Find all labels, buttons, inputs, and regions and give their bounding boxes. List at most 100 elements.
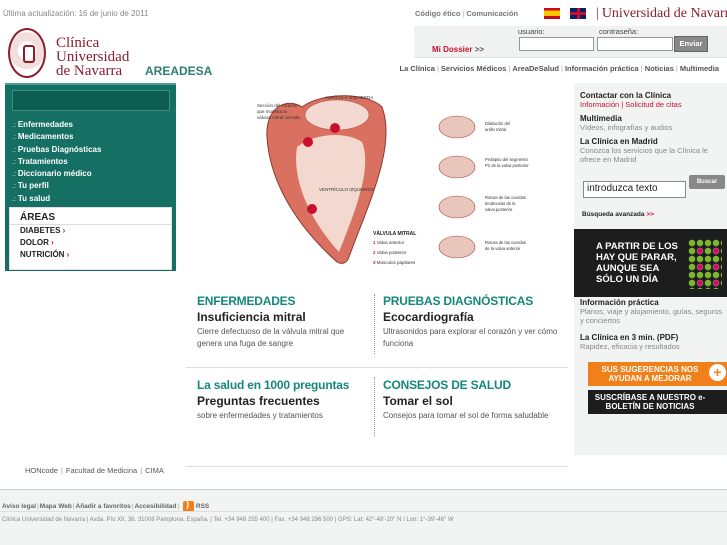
article-title[interactable]: Tomar el sol <box>383 394 563 408</box>
article-desc: Ultrasonidos para explorar el corazón y … <box>383 327 558 348</box>
last-updated: Última actualización: 16 de junio de 201… <box>3 9 149 18</box>
facultad-link[interactable]: Facultad de Medicina <box>66 466 137 475</box>
brand-line-2: Universidad <box>56 49 130 65</box>
brand-line-3: de Navarra <box>56 63 123 79</box>
mapa-web-link[interactable]: Mapa Web <box>40 503 72 510</box>
search-button[interactable]: Buscar <box>689 175 725 189</box>
marker-2-icon <box>303 137 313 147</box>
sidebar-item-tu-perfil[interactable]: Tu perfil <box>12 180 172 192</box>
right-sidebar: Contactar con la Clínica Información | S… <box>574 83 727 455</box>
nav-info-practica[interactable]: Información práctica <box>565 64 639 73</box>
sidebar-item-enfermedades[interactable]: Enfermedades <box>12 119 172 131</box>
sidebar-item-pruebas[interactable]: Pruebas Diagnósticas <box>12 144 172 156</box>
legend-3: 3 Músculos papilares <box>373 260 416 265</box>
side-label-4b: de la valva anterior <box>485 246 521 251</box>
username-input[interactable] <box>519 37 594 51</box>
advanced-search-link[interactable]: Búsqueda avanzada >> <box>582 211 654 218</box>
suggestions-banner[interactable]: SUS SUGERENCIAS NOS AYUDAN A MEJORAR + <box>588 362 727 386</box>
info-title[interactable]: Información práctica <box>580 298 725 307</box>
english-flag-icon[interactable] <box>570 8 586 19</box>
article-section[interactable]: La salud en 1000 preguntas <box>197 378 367 392</box>
nav-noticias[interactable]: Noticias <box>645 64 674 73</box>
comunicacion-link[interactable]: Comunicación <box>466 9 518 18</box>
article-section[interactable]: ENFERMEDADES <box>197 294 367 308</box>
clinic-seal-icon[interactable] <box>8 28 46 78</box>
no-smoking-banner[interactable]: A PARTIR DE LOS HAY QUE PARAR, AUNQUE SE… <box>574 229 727 297</box>
sidebar-nav: Enfermedades Medicamentos Pruebas Diagnó… <box>12 119 172 205</box>
cima-link[interactable]: CIMA <box>145 466 164 475</box>
article-enfermedades[interactable]: ENFERMEDADES Insuficiencia mitral Cierre… <box>197 294 367 350</box>
side-label-1b: anillo mitral <box>485 127 506 132</box>
main-navigation: La Clínica | Servicios Médicos | AreaDeSalud… <box>399 64 719 73</box>
codigo-etico-link[interactable]: Código ético <box>415 9 460 18</box>
honcode-link[interactable]: HONcode <box>25 466 58 475</box>
suggestions-text: SUS SUGERENCIAS NOS AYUDAN A MEJORAR <box>601 365 699 383</box>
nav-la-clinica[interactable]: La Clínica <box>400 64 435 73</box>
legend-title: VÁLVULA MITRAL <box>373 230 416 237</box>
top-bar: Última actualización: 16 de junio de 201… <box>0 0 727 26</box>
marker-3-icon <box>307 204 317 214</box>
password-label: contraseña: <box>599 27 639 36</box>
nav-servicios[interactable]: Servicios Médicos <box>441 64 506 73</box>
article-preguntas[interactable]: La salud en 1000 preguntas Preguntas fre… <box>197 378 367 422</box>
valve-diagram-4 <box>438 235 476 259</box>
valve-diagram-2 <box>438 155 476 179</box>
favoritos-link[interactable]: Añadir a favoritos <box>76 503 131 510</box>
article-title[interactable]: Insuficiencia mitral <box>197 310 367 324</box>
spanish-flag-icon[interactable] <box>544 8 560 19</box>
login-submit-button[interactable]: Enviar <box>674 36 708 52</box>
content-bottom-divider <box>186 466 568 467</box>
sidebar-item-tratamientos[interactable]: Tratamientos <box>12 156 172 168</box>
legend-2: 2 Valva posterior <box>373 250 407 255</box>
contact-links[interactable]: Información | Solicitud de citas <box>580 100 725 109</box>
clinic-brand[interactable]: Clínica Universidad de Navarra AREADESA <box>56 35 212 79</box>
article-pruebas[interactable]: PRUEBAS DIAGNÓSTICAS Ecocardiografía Ult… <box>383 294 563 350</box>
three-min-block: La Clínica en 3 min. (PDF) Rapidez, efic… <box>580 333 725 351</box>
madrid-title[interactable]: La Clínica en Madrid <box>580 137 725 146</box>
marker-1-icon <box>330 123 340 133</box>
sidebar-item-diccionario[interactable]: Diccionario médico <box>12 168 172 180</box>
article-title[interactable]: Preguntas frecuentes <box>197 394 367 408</box>
aviso-legal-link[interactable]: Aviso legal <box>2 503 36 510</box>
nav-areadesalud[interactable]: AreaDeSalud <box>512 64 559 73</box>
sidebar-header-box <box>12 90 170 111</box>
multimedia-title[interactable]: Multimedia <box>580 114 725 123</box>
callout-top-3: válvula mitral cerrada <box>257 115 300 120</box>
newsletter-banner[interactable]: SUSCRÍBASE A NUESTRO e-BOLETÍN DE NOTICI… <box>588 390 727 414</box>
area-dolor-link[interactable]: DOLOR <box>10 237 171 249</box>
areadesalud-brand: AREADESA <box>145 64 213 78</box>
university-link[interactable]: | Universidad de Navarra <box>596 6 727 22</box>
sidebar-item-medicamentos[interactable]: Medicamentos <box>12 131 172 143</box>
multimedia-desc: Vídeos, infografías y audios <box>580 123 673 132</box>
side-label-3: Rotura de las cuerdas <box>485 195 526 200</box>
nav-multimedia[interactable]: Multimedia <box>680 64 719 73</box>
brand-line-1: Clínica <box>56 35 100 51</box>
article-consejos[interactable]: CONSEJOS DE SALUD Tomar el sol Consejos … <box>383 378 563 422</box>
left-footer-links: HONcode | Facultad de Medicina | CIMA <box>25 466 164 475</box>
column-divider <box>374 377 375 437</box>
contact-title[interactable]: Contactar con la Clínica <box>580 91 725 100</box>
article-desc: Cierre defectuoso de la válvula mitral q… <box>197 327 345 348</box>
sidebar-item-tu-salud[interactable]: Tu salud <box>12 193 172 205</box>
area-nutricion-link[interactable]: NUTRICIÓN <box>10 249 171 261</box>
callout-top-2: que muestra la <box>257 109 287 114</box>
search-input[interactable]: introduzca texto <box>583 181 686 198</box>
info-desc: Planos, viaje y alojamiento, guías, segu… <box>580 307 723 325</box>
madrid-desc: Conozca los servicios que la Clínica le … <box>580 146 708 164</box>
article-section[interactable]: PRUEBAS DIAGNÓSTICAS <box>383 294 563 308</box>
page-footer: Aviso legal|Mapa Web|Añadir a favoritos|… <box>0 489 727 545</box>
side-label-2b: P2 de la valva posterior <box>485 163 529 168</box>
legend-1: 1 Valva anterior <box>373 240 405 245</box>
area-diabetes-link[interactable]: DIABETES <box>10 225 171 237</box>
accesibilidad-link[interactable]: Accesibilidad <box>134 503 176 510</box>
madrid-block: La Clínica en Madrid Conozca los servici… <box>580 137 725 164</box>
auricula-label: AURÍCULA IZQUIERDA <box>325 94 373 100</box>
rss-link[interactable]: RSS <box>196 503 209 510</box>
three-min-title[interactable]: La Clínica en 3 min. (PDF) <box>580 333 725 342</box>
footer-divider <box>0 511 727 512</box>
password-input[interactable] <box>597 37 673 51</box>
article-section[interactable]: CONSEJOS DE SALUD <box>383 378 563 392</box>
left-sidebar: Enfermedades Medicamentos Pruebas Diagnó… <box>5 83 176 271</box>
mi-dossier-link[interactable]: Mi Dossier >> <box>432 45 484 54</box>
article-title[interactable]: Ecocardiografía <box>383 310 563 324</box>
